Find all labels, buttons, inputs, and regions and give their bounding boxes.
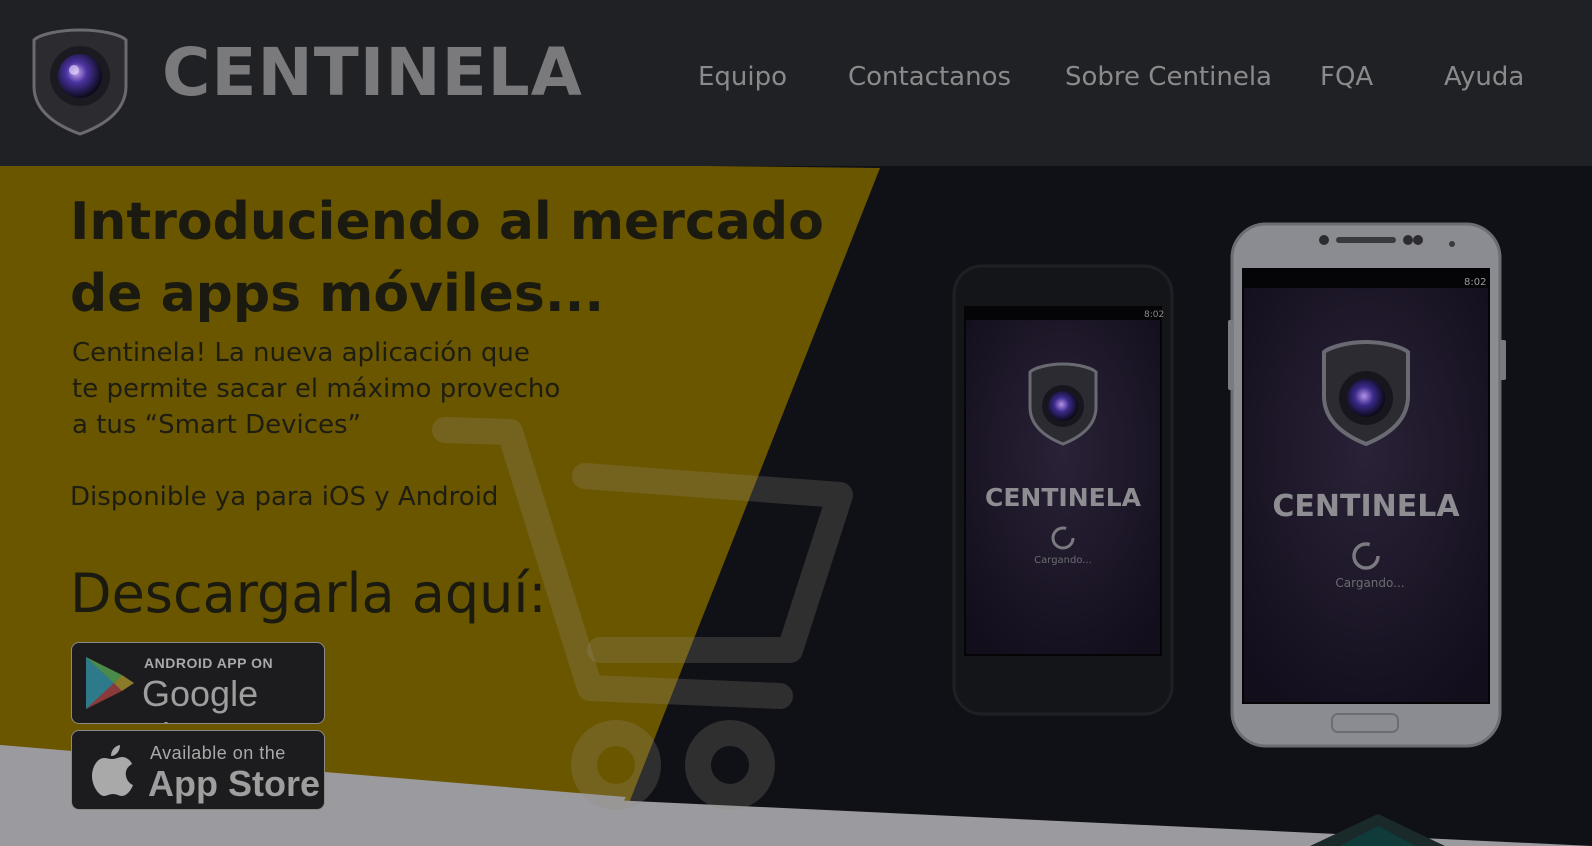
brand-name[interactable]: CENTINELA [162, 40, 583, 106]
nav-contactanos[interactable]: Contactanos [848, 62, 1011, 93]
google-play-icon [86, 657, 134, 709]
nav-sobre-centinela[interactable]: Sobre Centinela [1065, 62, 1272, 93]
app-store-badge[interactable]: Available on the App Store [71, 730, 325, 810]
hero-headline: Introduciendo al mercado de apps móviles… [70, 186, 830, 330]
google-play-small-text: ANDROID APP ON [144, 655, 274, 671]
top-header: CENTINELA Equipo Contactanos Sobre Centi… [0, 0, 1592, 166]
headline-line-1: Introduciendo al mercado [70, 192, 824, 252]
phone-loading-text: Cargando... [1335, 576, 1404, 590]
description-line-2: te permite sacar el máximo provecho [72, 374, 561, 404]
nav-ayuda[interactable]: Ayuda [1444, 62, 1524, 93]
status-time: 8:02 [1464, 277, 1486, 288]
description-line-1: Centinela! La nueva aplicación que [72, 338, 530, 368]
headline-line-2: de apps móviles... [70, 264, 605, 324]
hero-description: Centinela! La nueva aplicación que te pe… [72, 335, 592, 443]
apple-icon [92, 745, 133, 796]
phone-mockup-front: 8:02 CENTINELA Cargando... [1228, 222, 1506, 748]
download-heading: Descargarla aquí: [70, 562, 547, 625]
phone-loading-text: Cargando... [1034, 555, 1092, 566]
google-play-badge[interactable]: ANDROID APP ON Google play [71, 642, 325, 724]
phone-mockup-back: 8:02 CENTINELA Cargando... [952, 264, 1174, 716]
description-line-3: a tus “Smart Devices” [72, 410, 361, 440]
app-store-small-text: Available on the [150, 743, 286, 763]
app-store-big-text: App Store [148, 763, 321, 804]
nav-fqa[interactable]: FQA [1320, 62, 1373, 93]
google-play-big-text: Google play [142, 673, 259, 723]
phone-app-name: CENTINELA [985, 483, 1142, 512]
camera-shield-logo-icon[interactable] [30, 26, 130, 138]
phone-app-name: CENTINELA [1272, 489, 1460, 524]
availability-text: Disponible ya para iOS y Android [70, 482, 499, 512]
nav-equipo[interactable]: Equipo [698, 62, 787, 93]
status-time: 8:02 [1144, 310, 1164, 320]
